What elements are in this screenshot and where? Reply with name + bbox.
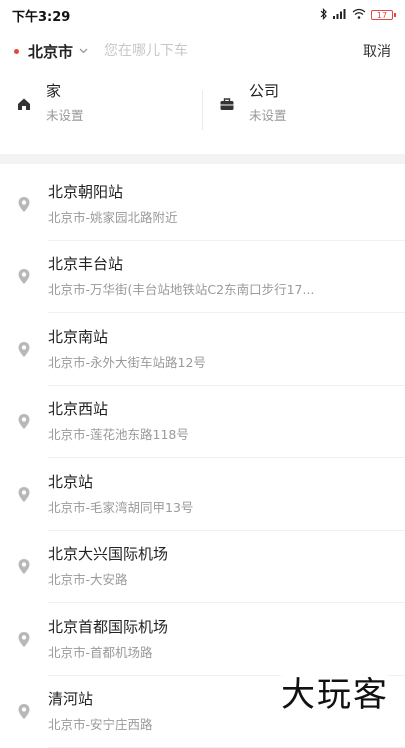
item-title: 北京大兴国际机场 <box>48 543 168 565</box>
city-selector[interactable]: 北京市 <box>28 41 73 62</box>
search-results-list: 北京朝阳站北京市-姚家园北路附近 北京丰台站北京市-万华街(丰台站地铁站C2东南… <box>0 164 405 748</box>
item-address: 北京市-万华街(丰台站地铁站C2东南口步行17... <box>48 280 314 300</box>
item-title: 北京首都国际机场 <box>48 616 168 638</box>
location-pin-icon <box>17 413 31 430</box>
battery-icon: 17 <box>371 10 393 20</box>
shortcut-company[interactable]: 公司 未设置 <box>203 90 405 130</box>
list-item[interactable]: 北京站北京市-毛家湾胡同甲13号 <box>0 458 405 531</box>
item-title: 北京南站 <box>48 326 206 348</box>
item-address: 北京市-大安路 <box>48 570 168 590</box>
location-pin-icon <box>17 268 31 285</box>
location-pin-icon <box>17 486 31 503</box>
home-subtitle: 未设置 <box>46 106 84 126</box>
battery-level: 17 <box>377 11 387 20</box>
briefcase-icon <box>219 96 235 112</box>
status-bar: 下午3:29 17 <box>0 0 405 30</box>
wifi-icon <box>352 8 366 22</box>
list-item[interactable]: 北京丰台站北京市-万华街(丰台站地铁站C2东南口步行17... <box>0 241 405 314</box>
list-item[interactable]: 北京首都国际机场北京市-首都机场路 <box>0 603 405 676</box>
item-address: 北京市-安宁庄西路 <box>48 715 153 735</box>
status-icons: 17 <box>320 8 393 23</box>
item-address: 北京市-姚家园北路附近 <box>48 208 178 228</box>
location-pin-icon <box>17 631 31 648</box>
item-address: 北京市-毛家湾胡同甲13号 <box>48 498 193 518</box>
list-item[interactable]: 北京南站北京市-永外大街车站路12号 <box>0 313 405 386</box>
section-divider <box>0 154 405 164</box>
saved-places: 家 未设置 公司 未设置 <box>0 80 405 140</box>
status-time: 下午3:29 <box>12 6 70 25</box>
location-pin-icon <box>17 341 31 358</box>
signal-icon <box>333 8 347 22</box>
item-title: 北京朝阳站 <box>48 181 178 203</box>
item-title: 北京西站 <box>48 398 189 420</box>
watermark: 大玩客 <box>281 667 389 716</box>
item-title: 北京丰台站 <box>48 253 314 275</box>
search-bar: 北京市 取消 <box>0 30 405 72</box>
list-item[interactable]: 北京西站北京市-莲花池东路118号 <box>0 386 405 459</box>
item-title: 清河站 <box>48 688 153 710</box>
bluetooth-icon <box>320 8 328 23</box>
list-item[interactable]: 北京大兴国际机场北京市-大安路 <box>0 531 405 604</box>
location-pin-icon <box>17 196 31 213</box>
chevron-down-icon[interactable] <box>79 46 88 57</box>
home-title: 家 <box>46 80 84 102</box>
item-address: 北京市-永外大街车站路12号 <box>48 353 206 373</box>
item-address: 北京市-首都机场路 <box>48 643 168 663</box>
company-title: 公司 <box>249 80 287 102</box>
location-pin-icon <box>17 558 31 575</box>
shortcut-home[interactable]: 家 未设置 <box>0 90 203 130</box>
home-icon <box>16 96 32 112</box>
list-item[interactable]: 北京朝阳站北京市-姚家园北路附近 <box>0 168 405 241</box>
location-dot-icon <box>14 49 19 54</box>
cancel-button[interactable]: 取消 <box>363 41 391 61</box>
item-title: 北京站 <box>48 471 193 493</box>
location-pin-icon <box>17 703 31 720</box>
destination-search-input[interactable] <box>104 43 355 59</box>
item-address: 北京市-莲花池东路118号 <box>48 425 189 445</box>
company-subtitle: 未设置 <box>249 106 287 126</box>
